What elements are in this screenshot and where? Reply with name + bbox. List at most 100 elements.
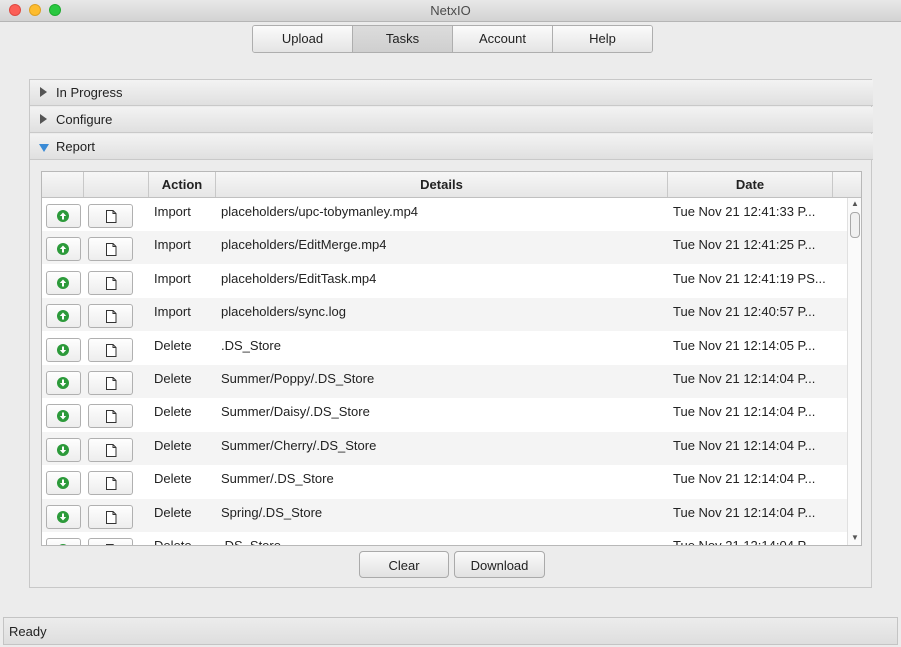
transfer-button[interactable] xyxy=(46,337,81,362)
action-text: Import xyxy=(154,237,191,253)
table-row[interactable]: Import placeholders/EditTask.mp4 Tue Nov 2… xyxy=(42,265,847,298)
table-row[interactable]: Delete Summer/Daisy/.DS_Store Tue Nov 21 1… xyxy=(42,398,847,431)
download-button[interactable]: Download xyxy=(454,551,545,578)
transfer-button[interactable] xyxy=(46,304,81,329)
table-row[interactable]: Import placeholders/upc-tobymanley.mp4 Tue… xyxy=(42,198,847,231)
open-file-button[interactable] xyxy=(88,237,133,262)
details-cell: placeholders/EditMerge.mp4 xyxy=(216,231,668,264)
section-label: In Progress xyxy=(56,85,123,100)
details-text: Summer/.DS_Store xyxy=(221,471,334,487)
action-cell: Import xyxy=(149,298,216,331)
tab-account[interactable]: Account xyxy=(453,26,553,52)
open-file-button[interactable] xyxy=(88,504,133,529)
details-cell: .DS_Store xyxy=(216,332,668,365)
table-row[interactable]: Delete Summer/Cherry/.DS_Store Tue Nov 21 … xyxy=(42,431,847,465)
details-text: .DS_Store xyxy=(221,538,281,545)
section-in-progress[interactable]: In Progress xyxy=(30,80,873,106)
action-text: Delete xyxy=(154,471,192,487)
table-row[interactable]: Delete Summer/Poppy/.DS_Store Tue Nov 21 1… xyxy=(42,365,847,398)
upload-icon xyxy=(57,310,69,323)
open-file-button[interactable] xyxy=(88,371,133,395)
details-text: placeholders/EditMerge.mp4 xyxy=(221,237,387,253)
date-text: Tue Nov 21 12:14:04 P... xyxy=(673,471,816,487)
details-text: placeholders/upc-tobymanley.mp4 xyxy=(221,204,419,219)
table-body: Import placeholders/upc-tobymanley.mp4 Tue… xyxy=(42,198,847,545)
open-file-button[interactable] xyxy=(88,471,133,496)
date-cell: Tue Nov 21 12:14:05 P... xyxy=(668,332,833,365)
open-file-button[interactable] xyxy=(88,437,133,462)
table-row[interactable]: Import placeholders/EditMerge.mp4 Tue Nov … xyxy=(42,231,847,265)
column-header-file[interactable] xyxy=(84,172,149,197)
tab-help[interactable]: Help xyxy=(553,26,652,52)
action-cell: Import xyxy=(149,231,216,264)
clear-button[interactable]: Clear xyxy=(359,551,449,578)
details-text: Summer/Cherry/.DS_Store xyxy=(221,437,377,453)
details-text: Summer/Poppy/.DS_Store xyxy=(221,371,375,386)
details-cell: Summer/Daisy/.DS_Store xyxy=(216,398,668,431)
date-text: Tue Nov 21 12:41:19 PS... xyxy=(673,270,826,286)
transfer-button[interactable] xyxy=(46,270,81,295)
date-cell: Tue Nov 21 12:14:04 P... xyxy=(668,499,833,532)
details-cell: Summer/.DS_Store xyxy=(216,465,668,498)
tab-tasks[interactable]: Tasks xyxy=(353,26,453,52)
action-cell: Delete xyxy=(149,432,216,465)
transfer-button[interactable] xyxy=(46,204,81,228)
open-file-button[interactable] xyxy=(88,304,133,329)
open-file-button[interactable] xyxy=(88,204,133,228)
date-cell: Tue Nov 21 12:14:04 P... xyxy=(668,432,833,465)
section-configure[interactable]: Configure xyxy=(30,107,873,133)
download-icon xyxy=(57,544,69,545)
transfer-button[interactable] xyxy=(46,538,81,545)
vertical-scrollbar[interactable]: ▲ ▼ xyxy=(847,198,861,545)
action-cell: Delete xyxy=(149,332,216,365)
open-file-button[interactable] xyxy=(88,337,133,362)
file-cell xyxy=(84,231,149,264)
upload-icon xyxy=(57,276,69,289)
status-cell xyxy=(42,365,84,398)
column-header-details[interactable]: Details xyxy=(216,172,668,197)
section-report[interactable]: Report xyxy=(30,134,873,160)
upload-icon xyxy=(57,210,69,222)
table-row[interactable]: Delete .DS_Store Tue Nov 21 12:14:04 P... xyxy=(42,532,847,545)
action-text: Delete xyxy=(154,337,192,353)
scroll-down-icon[interactable]: ▼ xyxy=(851,533,859,542)
transfer-button[interactable] xyxy=(46,504,81,529)
tab-upload[interactable]: Upload xyxy=(253,26,353,52)
action-cell: Import xyxy=(149,198,216,231)
file-cell xyxy=(84,365,149,398)
column-header-filler xyxy=(833,172,861,197)
transfer-button[interactable] xyxy=(46,371,81,395)
status-cell xyxy=(42,432,84,465)
transfer-button[interactable] xyxy=(46,471,81,496)
date-text: Tue Nov 21 12:14:04 P... xyxy=(673,371,816,386)
status-cell xyxy=(42,332,84,365)
date-text: Tue Nov 21 12:14:04 P... xyxy=(673,538,831,545)
status-cell xyxy=(42,532,84,545)
open-file-button[interactable] xyxy=(88,270,133,295)
details-cell: placeholders/upc-tobymanley.mp4 xyxy=(216,198,668,231)
date-text: Tue Nov 21 12:14:04 P... xyxy=(673,437,816,453)
column-header-date[interactable]: Date xyxy=(668,172,833,197)
scroll-up-icon[interactable]: ▲ xyxy=(851,199,859,208)
status-cell xyxy=(42,499,84,532)
table-row[interactable]: Delete Spring/.DS_Store Tue Nov 21 12:14:0… xyxy=(42,498,847,532)
transfer-button[interactable] xyxy=(46,404,81,429)
document-icon xyxy=(106,210,117,223)
action-cell: Import xyxy=(149,265,216,298)
open-file-button[interactable] xyxy=(88,404,133,429)
column-header-icon[interactable] xyxy=(42,172,84,197)
column-header-action[interactable]: Action xyxy=(149,172,216,197)
document-icon xyxy=(106,510,117,524)
table-row[interactable]: Delete Summer/.DS_Store Tue Nov 21 12:14:0… xyxy=(42,465,847,498)
details-text: Summer/Daisy/.DS_Store xyxy=(221,404,370,420)
file-cell xyxy=(84,298,149,331)
transfer-button[interactable] xyxy=(46,437,81,462)
scroll-thumb[interactable] xyxy=(850,212,860,238)
status-cell xyxy=(42,465,84,498)
table-row[interactable]: Import placeholders/sync.log Tue Nov 21 12… xyxy=(42,298,847,332)
date-cell: Tue Nov 21 12:41:25 P... xyxy=(668,231,833,264)
file-cell xyxy=(84,398,149,431)
transfer-button[interactable] xyxy=(46,237,81,262)
open-file-button[interactable] xyxy=(88,538,133,545)
table-row[interactable]: Delete .DS_Store Tue Nov 21 12:14:05 P... xyxy=(42,332,847,365)
